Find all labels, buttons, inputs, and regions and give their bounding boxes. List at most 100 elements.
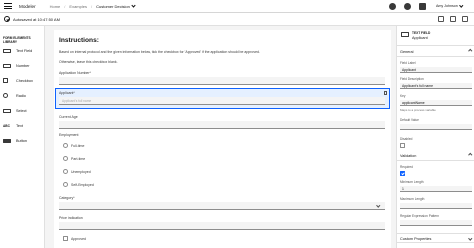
component-type: TEXT FIELD xyxy=(412,31,431,35)
library-item-label: Button xyxy=(16,138,27,143)
radio-icon xyxy=(63,143,68,148)
component-name: Applicant xyxy=(412,36,428,40)
breadcrumb-separator: / xyxy=(64,3,66,9)
chevron-down-icon xyxy=(467,235,472,240)
text-field-icon xyxy=(401,32,409,37)
button-icon xyxy=(3,138,11,143)
radio-icon xyxy=(63,182,68,187)
regex-label: Regular Expression Pattern xyxy=(400,214,439,218)
hamburger-menu-icon[interactable] xyxy=(4,2,12,10)
key-hint: Maps to a process variable xyxy=(400,108,436,112)
help-icon[interactable] xyxy=(404,3,411,10)
current-age-label: Current Age xyxy=(59,115,78,119)
breadcrumb: Home / Examples / Customer Decision xyxy=(50,3,136,9)
library-heading: FORM ELEMENTS LIBRARY xyxy=(3,36,31,44)
radio-icon xyxy=(63,156,68,161)
chevron-up-icon xyxy=(467,153,472,158)
key-label: Key xyxy=(400,94,406,98)
price-indication-input[interactable] xyxy=(59,222,385,230)
minimum-length-input[interactable]: 1 xyxy=(400,186,472,192)
library-item-select[interactable]: Select xyxy=(0,103,44,118)
disabled-checkbox[interactable] xyxy=(400,143,405,148)
delete-icon[interactable] xyxy=(383,91,387,95)
select-icon xyxy=(3,108,11,113)
chevron-down-icon xyxy=(459,3,463,8)
field-description-label: Field Description xyxy=(400,77,424,81)
applicant-input[interactable]: Applicant's full name xyxy=(59,97,385,105)
minimum-length-label: Minimum Length xyxy=(400,180,424,184)
field-label-label: Field Label xyxy=(400,61,416,65)
chevron-down-icon xyxy=(375,203,380,208)
default-value-input[interactable] xyxy=(400,124,472,130)
form-page: Instructions: Based on internal protocol… xyxy=(54,30,391,248)
category-label: Category* xyxy=(59,196,75,200)
library-item-label: Text xyxy=(16,123,23,128)
library-item-label: Radio xyxy=(16,93,26,98)
status-bar: Autosaved at 10:47:50 AM xyxy=(0,13,474,26)
radio-icon xyxy=(63,169,68,174)
current-age-input[interactable] xyxy=(59,121,385,129)
sub-icons xyxy=(438,16,468,22)
app-brand[interactable]: Modeler xyxy=(19,4,36,9)
breadcrumb-current[interactable]: Customer Decision xyxy=(96,4,130,9)
checkmark-icon xyxy=(4,16,10,22)
more-icon[interactable] xyxy=(462,16,468,22)
radio-icon xyxy=(3,93,8,98)
library-item-label: Text Field xyxy=(16,48,33,53)
regex-input[interactable] xyxy=(400,220,472,226)
checkbox-icon xyxy=(63,236,68,241)
application-number-label: Application Number* xyxy=(59,71,91,75)
code-icon[interactable] xyxy=(450,16,456,22)
category-select[interactable] xyxy=(59,202,385,210)
breadcrumb-separator: / xyxy=(90,3,93,9)
library-item-checkbox[interactable]: Checkbox xyxy=(0,73,44,88)
field-label-input[interactable]: Applicant xyxy=(400,67,472,73)
user-menu[interactable]: Amy Johnson xyxy=(436,3,463,8)
library-item-radio[interactable]: Radio xyxy=(0,88,44,103)
approved-checkbox[interactable]: Approved xyxy=(63,236,86,241)
default-value-label: Default Value xyxy=(400,118,419,122)
number-icon xyxy=(3,63,11,68)
required-label: Required xyxy=(400,165,413,169)
price-indication-label: Price indication xyxy=(59,216,83,220)
general-section-toggle[interactable]: General xyxy=(397,47,474,57)
properties-header: TEXT FIELD Applicant xyxy=(397,26,474,46)
radio-option-part-time[interactable]: Part-time xyxy=(63,156,85,161)
form-elements-library: FORM ELEMENTS LIBRARY Text Field Number … xyxy=(0,26,45,248)
validation-section-toggle[interactable]: Validation xyxy=(397,151,474,161)
breadcrumb-home[interactable]: Home xyxy=(50,4,61,9)
library-item-number[interactable]: Number xyxy=(0,58,44,73)
custom-properties-section-toggle[interactable]: Custom Properties xyxy=(397,233,474,243)
key-input[interactable]: applicantName xyxy=(400,100,472,106)
chevron-up-icon xyxy=(467,49,472,54)
radio-option-full-time[interactable]: Full-time xyxy=(63,143,84,148)
field-description-input[interactable]: Applicant's full name xyxy=(400,83,472,89)
form-canvas: Instructions: Based on internal protocol… xyxy=(45,26,396,248)
properties-panel: TEXT FIELD Applicant General Field Label… xyxy=(396,26,474,248)
radio-option-self-employed[interactable]: Self-Employed xyxy=(63,182,94,187)
library-item-text[interactable]: ABC Text xyxy=(0,118,44,133)
maximum-length-input[interactable] xyxy=(400,203,472,209)
required-checkbox[interactable] xyxy=(400,171,405,176)
library-item-label: Select xyxy=(16,108,27,113)
library-item-text-field[interactable]: Text Field xyxy=(0,43,44,58)
deploy-icon[interactable] xyxy=(389,3,396,10)
library-item-button[interactable]: Button xyxy=(0,133,44,148)
instructions-text: Otherwise, leave this checkbox blank. xyxy=(59,60,118,64)
top-bar: Modeler Home / Examples / Customer Decis… xyxy=(0,0,474,13)
maximum-length-label: Maximum Length xyxy=(400,197,425,201)
instructions-text: Based on internal protocol and the given… xyxy=(59,50,260,54)
form-title: Instructions: xyxy=(59,37,99,44)
radio-option-unemployed[interactable]: Unemployed xyxy=(63,169,91,174)
application-number-input[interactable] xyxy=(59,77,385,85)
library-item-label: Number xyxy=(16,63,30,68)
checkbox-icon xyxy=(3,78,8,83)
chevron-down-icon[interactable] xyxy=(131,3,136,8)
user-name: Amy Johnson xyxy=(436,4,458,8)
app-switcher-icon[interactable] xyxy=(419,3,426,10)
preview-icon[interactable] xyxy=(438,16,444,22)
text-field-icon xyxy=(3,48,11,53)
applicant-field-selected[interactable]: Applicant* Applicant's full name xyxy=(55,88,390,109)
text-icon: ABC xyxy=(3,123,10,128)
breadcrumb-examples[interactable]: Examples xyxy=(69,4,87,9)
